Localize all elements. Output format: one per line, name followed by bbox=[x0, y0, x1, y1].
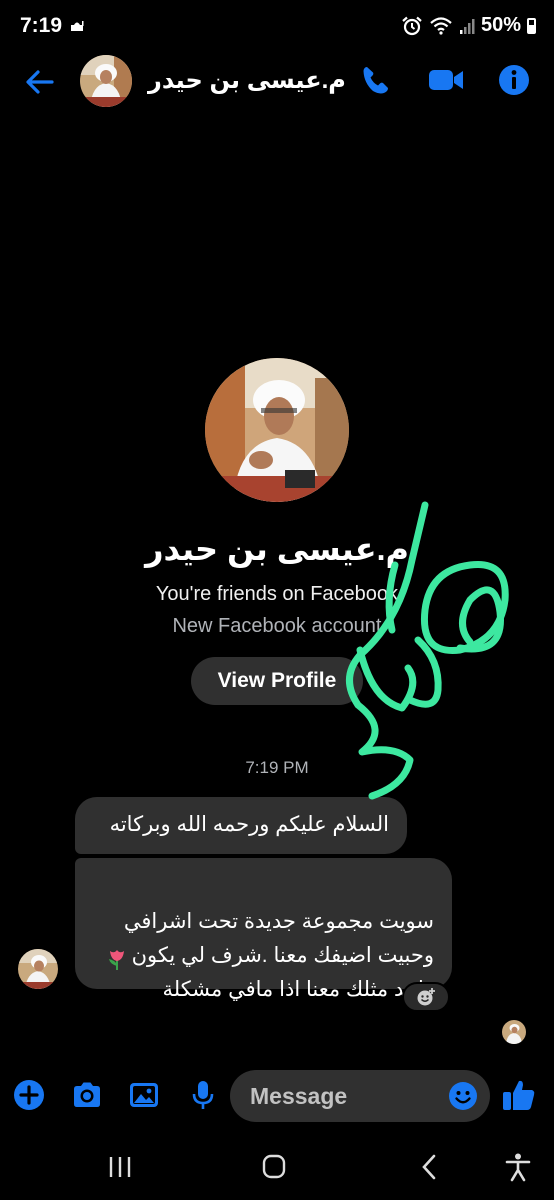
phone-icon[interactable] bbox=[358, 62, 394, 98]
video-camera-icon[interactable] bbox=[426, 62, 466, 98]
accessibility-icon[interactable] bbox=[500, 1152, 536, 1182]
status-icons: 50% bbox=[401, 14, 536, 37]
contact-avatar[interactable] bbox=[80, 55, 132, 107]
sender-avatar[interactable] bbox=[18, 949, 58, 989]
message-text: سويت مجموعة جديدة تحت اشرافي وحبيت اضيفك… bbox=[123, 910, 434, 1001]
message-input-container[interactable] bbox=[230, 1070, 490, 1122]
chat-header: م.عيسى بن حيدر bbox=[0, 52, 554, 112]
nav-back-icon[interactable] bbox=[412, 1152, 448, 1182]
battery-percent: 50% bbox=[480, 14, 521, 36]
recent-apps-icon[interactable] bbox=[102, 1152, 138, 1182]
alarm-icon bbox=[402, 16, 422, 35]
contact-name[interactable]: م.عيسى بن حيدر bbox=[148, 66, 346, 95]
tulip-emoji-icon bbox=[109, 950, 124, 970]
camera-icon[interactable] bbox=[70, 1078, 104, 1112]
microphone-icon[interactable] bbox=[186, 1078, 220, 1112]
battery-icon bbox=[527, 17, 536, 34]
home-icon[interactable] bbox=[256, 1152, 292, 1182]
add-reaction-button[interactable] bbox=[402, 982, 450, 1012]
friends-status-text: You're friends on Facebook bbox=[155, 583, 399, 605]
thumbs-up-icon[interactable] bbox=[500, 1076, 538, 1114]
view-profile-button[interactable]: View Profile bbox=[191, 657, 363, 705]
message-bubble[interactable]: السلام عليكم ورحمه الله وبركاته bbox=[75, 797, 407, 854]
info-icon[interactable] bbox=[496, 62, 532, 98]
message-input[interactable] bbox=[248, 1081, 436, 1111]
profile-photo[interactable] bbox=[205, 358, 349, 502]
message-composer bbox=[0, 1066, 554, 1126]
status-time: 7:19 bbox=[20, 14, 63, 37]
plus-icon[interactable] bbox=[12, 1078, 46, 1112]
gallery-icon[interactable] bbox=[127, 1078, 161, 1112]
message-timestamp: 7:19 PM bbox=[245, 758, 309, 777]
read-receipt-avatar bbox=[502, 1020, 526, 1044]
system-navigation-bar bbox=[0, 1140, 554, 1200]
add-reaction-icon bbox=[417, 988, 435, 1006]
mosque-notification-icon bbox=[71, 21, 84, 31]
account-status-text: New Facebook account bbox=[172, 615, 382, 637]
profile-name: م.عيسى بن حيدر bbox=[145, 531, 409, 567]
back-arrow-icon[interactable] bbox=[22, 64, 58, 100]
message-bubble[interactable]: سويت مجموعة جديدة تحت اشرافي وحبيت اضيفك… bbox=[75, 858, 452, 1001]
signal-icon bbox=[459, 18, 475, 34]
emoji-icon[interactable] bbox=[448, 1081, 478, 1111]
wifi-icon bbox=[430, 16, 452, 35]
status-bar: 7:19 50% bbox=[0, 0, 554, 52]
